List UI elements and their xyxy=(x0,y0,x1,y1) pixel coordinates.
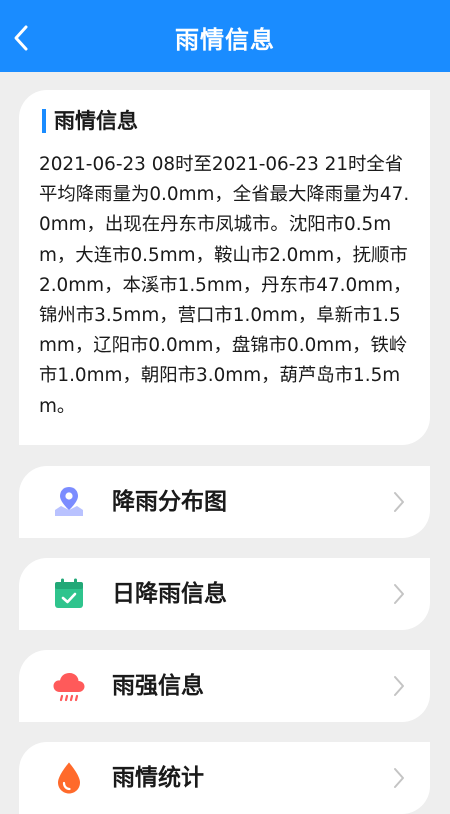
menu-item-rain-distribution-map[interactable]: 降雨分布图 xyxy=(19,466,430,538)
rain-summary-text: 2021-06-23 08时至2021-06-23 21时全省平均降雨量为0.0… xyxy=(39,154,412,417)
page-title: 雨情信息 xyxy=(175,26,275,54)
map-pin-icon xyxy=(55,487,83,516)
menu-item-rain-statistics[interactable]: 雨情统计 xyxy=(19,742,430,814)
app-header: 雨情信息 xyxy=(0,0,450,72)
chevron-right-icon xyxy=(394,584,404,604)
rain-info-card: 雨情信息 2021-06-23 08时至2021-06-23 21时全省平均降雨… xyxy=(19,90,430,445)
chevron-right-icon xyxy=(394,768,404,788)
calendar-check-icon xyxy=(55,578,83,608)
menu-item-label: 降雨分布图 xyxy=(112,489,227,515)
chevron-right-icon xyxy=(394,492,404,512)
menu-item-label: 日降雨信息 xyxy=(112,581,227,607)
water-drop-icon xyxy=(58,762,80,794)
rain-cloud-icon xyxy=(53,673,85,702)
menu-item-label: 雨强信息 xyxy=(112,673,204,699)
menu-item-daily-rainfall[interactable]: 日降雨信息 xyxy=(19,558,430,630)
chevron-right-icon xyxy=(394,676,404,696)
menu-item-rain-intensity[interactable]: 雨强信息 xyxy=(19,650,430,722)
section-accent-bar xyxy=(42,109,46,133)
section-title: 雨情信息 xyxy=(54,109,138,133)
menu-item-label: 雨情统计 xyxy=(112,765,204,791)
